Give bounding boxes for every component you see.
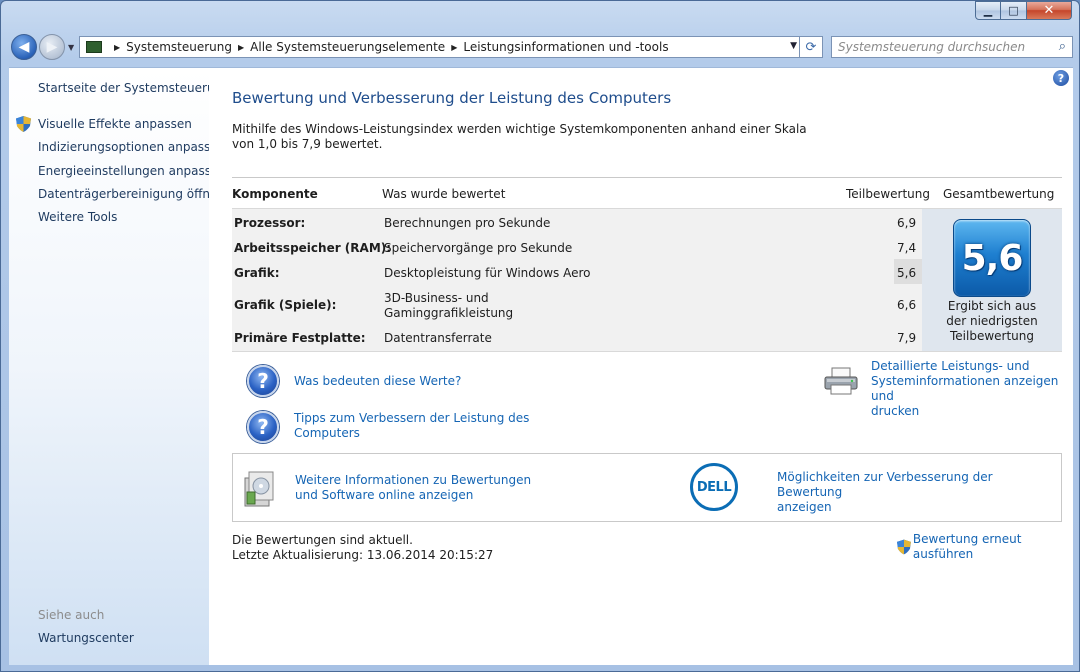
window-frame: ▁ □ ✕ ◀ ▶ ▼ ▶ Systemsteuerung ▶ Alle Sys… <box>0 0 1080 672</box>
score-table: Prozessor: Berechnungen pro Sekunde 6,9 … <box>232 208 922 352</box>
breadcrumb-item[interactable]: Leistungsinformationen und -tools <box>463 40 668 54</box>
detailed-info-link[interactable]: Detaillierte Leistungs- und Systeminform… <box>871 359 1073 419</box>
dell-improve-link[interactable]: Möglichkeiten zur Verbesserung der Bewer… <box>777 470 1061 515</box>
close-button[interactable]: ✕ <box>1027 1 1072 20</box>
component-name: Arbeitsspeicher (RAM): <box>234 241 392 255</box>
subscore: 6,9 <box>897 216 917 230</box>
component-name: Primäre Festplatte: <box>234 331 366 345</box>
intro-text: Mithilfe des Windows-Leistungsindex werd… <box>232 122 807 151</box>
base-score-panel: 5,6 Ergibt sich aus der niedrigsten Teil… <box>922 208 1062 352</box>
detailed-info-link-line[interactable]: Detaillierte Leistungs- und <box>871 359 1073 374</box>
status-line: Die Bewertungen sind aktuell. <box>232 533 413 547</box>
table-header: Komponente Was wurde bewertet Teilbewert… <box>232 177 1062 208</box>
refresh-button[interactable]: ⟳ <box>799 36 823 58</box>
base-score-note: Ergibt sich aus der niedrigsten Teilbewe… <box>922 299 1062 344</box>
rated-metric: Desktopleistung für Windows Aero <box>384 266 591 280</box>
address-bar[interactable]: ▶ Systemsteuerung ▶ Alle Systemsteuerung… <box>79 36 806 58</box>
see-also-heading: Siehe auch <box>38 608 105 622</box>
dell-improve-link-line[interactable]: Möglichkeiten zur Verbesserung der Bewer… <box>777 470 1061 500</box>
rated-metric-line: Gaminggrafikleistung <box>384 306 514 320</box>
detailed-info-link-line[interactable]: Systeminformationen anzeigen und <box>871 374 1073 404</box>
search-input[interactable] <box>838 40 1038 54</box>
component-name: Grafik (Spiele): <box>234 298 337 312</box>
search-icon[interactable]: ⌕ <box>1059 39 1066 54</box>
sidebar-item-visual-effects[interactable]: Visuelle Effekte anpassen <box>38 117 192 131</box>
component-name: Prozessor: <box>234 216 306 230</box>
printer-icon[interactable] <box>823 367 859 395</box>
page-title: Bewertung und Verbesserung der Leistung … <box>232 89 672 107</box>
online-info-panel: Weitere Informationen zu Bewertungen und… <box>232 453 1062 522</box>
uac-shield-icon <box>16 116 31 132</box>
breadcrumb-separator-icon[interactable]: ▶ <box>114 43 120 52</box>
sidebar-home-link[interactable]: Startseite der Systemsteuerung <box>38 81 230 95</box>
detailed-info-link-line[interactable]: drucken <box>871 404 1073 419</box>
breadcrumb-separator-icon[interactable]: ▶ <box>238 43 244 52</box>
rated-metric: Speichervorgänge pro Sekunde <box>384 241 573 255</box>
subscore: 5,6 <box>897 266 917 280</box>
status-text: Die Bewertungen sind aktuell. Letzte Akt… <box>232 533 493 563</box>
tips-link-line[interactable]: Computers <box>294 426 529 441</box>
sidebar: Startseite der Systemsteuerung Visuelle … <box>9 67 230 665</box>
column-header-subscore: Teilbewertung <box>846 187 931 201</box>
maximize-button[interactable]: □ <box>1001 1 1027 20</box>
minimize-button[interactable]: ▁ <box>975 1 1001 20</box>
dell-logo: DELL <box>690 463 738 511</box>
tips-link-line[interactable]: Tipps zum Verbessern der Leistung des <box>294 411 529 426</box>
back-button[interactable]: ◀ <box>11 34 37 60</box>
sidebar-item-more-tools[interactable]: Weitere Tools <box>38 210 117 224</box>
forward-button[interactable]: ▶ <box>39 34 65 60</box>
control-panel-icon <box>86 41 102 53</box>
base-score-value: 5,6 <box>961 237 1024 279</box>
column-header-rated: Was wurde bewertet <box>382 187 506 201</box>
more-info-link-line[interactable]: Weitere Informationen zu Bewertungen <box>295 473 531 488</box>
uac-shield-icon <box>897 539 911 555</box>
help-icon[interactable]: ? <box>1053 70 1069 86</box>
refresh-icon: ⟳ <box>805 39 817 55</box>
base-score-note-line: Teilbewertung <box>949 329 1034 343</box>
tips-link[interactable]: Tipps zum Verbessern der Leistung des Co… <box>294 411 529 441</box>
back-arrow-icon: ◀ <box>18 39 30 55</box>
subscore: 7,9 <box>897 331 917 345</box>
forward-arrow-icon: ▶ <box>46 39 58 55</box>
sidebar-item-action-center[interactable]: Wartungscenter <box>38 631 134 645</box>
rerun-assessment-label[interactable]: Bewertung erneut ausführen <box>913 532 1073 562</box>
search-box[interactable]: ⌕ <box>831 36 1073 58</box>
base-score-note-line: Ergibt sich aus <box>947 299 1037 313</box>
breadcrumb-separator-icon[interactable]: ▶ <box>451 43 457 52</box>
subscore: 7,4 <box>897 241 917 255</box>
address-dropdown-icon[interactable]: ▼ <box>790 41 797 51</box>
sidebar-item-power[interactable]: Energieeinstellungen anpassen <box>38 164 226 178</box>
rated-metric-line: 3D-Business- und <box>384 291 489 305</box>
what-mean-link[interactable]: Was bedeuten diese Werte? <box>294 374 461 389</box>
rerun-assessment-button[interactable]: Bewertung erneut ausführen <box>897 532 1073 562</box>
status-line: Letzte Aktualisierung: 13.06.2014 20:15:… <box>232 548 494 562</box>
column-header-component: Komponente <box>232 187 318 201</box>
navigation-bar: ◀ ▶ ▼ ▶ Systemsteuerung ▶ Alle Systemste… <box>9 33 1073 61</box>
more-info-link[interactable]: Weitere Informationen zu Bewertungen und… <box>295 473 531 503</box>
breadcrumb-item[interactable]: Alle Systemsteuerungselemente <box>250 40 445 54</box>
caption-buttons: ▁ □ ✕ <box>975 1 1072 20</box>
more-info-link-line[interactable]: und Software online anzeigen <box>295 488 531 503</box>
subscore: 6,6 <box>897 298 917 312</box>
base-score-note-line: der niedrigsten <box>946 314 1038 328</box>
base-score-badge: 5,6 <box>953 219 1031 297</box>
component-name: Grafik: <box>234 266 280 280</box>
recent-pages-dropdown-icon[interactable]: ▼ <box>68 43 74 52</box>
question-icon[interactable]: ? <box>247 365 279 397</box>
sidebar-item-indexing[interactable]: Indizierungsoptionen anpassen <box>38 140 225 154</box>
column-header-total: Gesamtbewertung <box>943 187 1055 201</box>
breadcrumb-item[interactable]: Systemsteuerung <box>126 40 232 54</box>
software-package-icon <box>244 471 274 507</box>
rated-metric: Datentransferrate <box>384 331 492 345</box>
question-icon[interactable]: ? <box>247 411 279 443</box>
main-content: ? Bewertung und Verbesserung der Leistun… <box>209 67 1073 665</box>
sidebar-item-disk-cleanup[interactable]: Datenträgerbereinigung öffnen <box>38 187 225 201</box>
rated-metric: Berechnungen pro Sekunde <box>384 216 551 230</box>
dell-improve-link-line[interactable]: anzeigen <box>777 500 1061 515</box>
